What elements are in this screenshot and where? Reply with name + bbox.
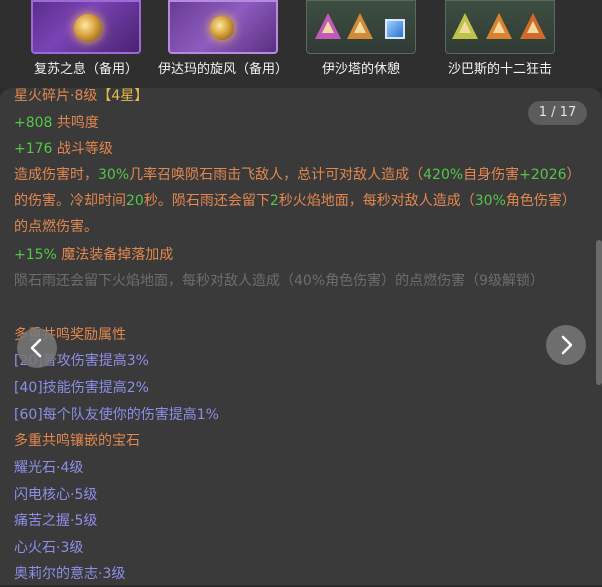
- triangle-gem-inner: [354, 21, 366, 33]
- triangle-gem-inner: [527, 21, 539, 33]
- effect-text: 秒。陨石雨还会留下: [143, 193, 270, 209]
- effect-value: 30%: [98, 167, 130, 183]
- stat-line-drop: +15% 魔法装备掉落加成: [14, 242, 582, 268]
- effect-value: 420%: [423, 167, 464, 183]
- locked-effect: 陨石雨还会留下火焰地面，每秒对敌人造成（40%角色伤害）的点燃伤害（9级解锁）: [14, 273, 545, 289]
- effect-text: 自身伤害: [463, 167, 520, 183]
- item-label: 伊沙塔的休憩: [321, 62, 400, 77]
- scrollbar[interactable]: [596, 240, 602, 385]
- item-label: 沙巴斯的十二狂击: [447, 62, 552, 77]
- bonus-item: [20]普攻伤害提高3%: [14, 353, 149, 369]
- gem-item: 闪电核心·5级: [14, 487, 98, 503]
- gem-item: 痛苦之握·5级: [14, 513, 98, 529]
- square-gem-icon: [385, 19, 405, 39]
- stat-line-combat-level: +176 战斗等级: [14, 136, 582, 162]
- effect-description: 造成伤害时，30%几率召唤陨石雨击飞敌人，总计可对敌人造成（420%自身伤害+2…: [14, 162, 582, 240]
- bonus-title: 多重共鸣奖励属性: [14, 327, 126, 343]
- stat-name: 共鸣度: [56, 115, 99, 131]
- gem-stars: 【4星】: [97, 88, 149, 104]
- stat-value: +808: [14, 115, 53, 131]
- item-strip: 复苏之息（备用） 伊达玛的旋风（备用） 伊沙塔的休憩 沙巴斯的十二狂击: [0, 0, 602, 88]
- bonus-item: [60]每个队友使你的伤害提高1%: [14, 407, 219, 423]
- item-card-4[interactable]: 沙巴斯的十二狂击: [435, 0, 565, 88]
- effect-value: +2026: [519, 167, 567, 183]
- bonus-item: [40]技能伤害提高2%: [14, 380, 149, 396]
- gem-item: 耀光石·4级: [14, 460, 84, 476]
- chevron-right-icon: [561, 335, 573, 355]
- item-card-3[interactable]: 伊沙塔的休憩: [296, 0, 426, 88]
- item-thumbnail: [445, 0, 555, 54]
- gems-title: 多重共鸣镶嵌的宝石: [14, 433, 140, 449]
- chevron-left-icon: [30, 338, 42, 358]
- triangle-gem-inner: [322, 21, 334, 33]
- stat-line-resonance: +808 共鸣度: [14, 110, 582, 136]
- prev-button[interactable]: [17, 328, 57, 368]
- item-label: 复苏之息（备用）: [33, 62, 138, 77]
- gem-name: 星火碎片·8级: [14, 88, 98, 104]
- gem-item: 心火石·3级: [14, 540, 84, 556]
- triangle-gem-inner: [459, 21, 471, 33]
- gem-title: 星火碎片·8级【4星】: [14, 83, 582, 109]
- effect-text: 秒火焰地面，每秒对敌人造成（: [278, 193, 475, 209]
- effect-text: 几率召唤陨石雨击飞敌人，总计可对敌人造成（: [129, 167, 424, 183]
- effect-value: 2: [269, 193, 279, 209]
- item-thumbnail: [31, 0, 141, 54]
- stat-name: 魔法装备掉落加成: [61, 247, 174, 263]
- stat-value: +176: [14, 141, 53, 157]
- effect-value: 30%: [474, 193, 506, 209]
- item-card-1[interactable]: 复苏之息（备用）: [21, 0, 151, 88]
- stat-name: 战斗等级: [56, 141, 113, 157]
- stat-value: +15%: [14, 247, 57, 263]
- effect-value: 20: [126, 193, 144, 209]
- next-button[interactable]: [546, 325, 586, 365]
- item-thumbnail: [306, 0, 416, 54]
- orb-icon: [74, 14, 102, 42]
- item-card-2[interactable]: 伊达玛的旋风（备用）: [158, 0, 288, 88]
- item-thumbnail: [168, 0, 278, 54]
- effect-text: 造成伤害时，: [14, 167, 98, 183]
- triangle-gem-inner: [493, 21, 505, 33]
- gem-item: 奥莉尔的意志·3级: [14, 566, 126, 582]
- orb-icon: [210, 16, 234, 40]
